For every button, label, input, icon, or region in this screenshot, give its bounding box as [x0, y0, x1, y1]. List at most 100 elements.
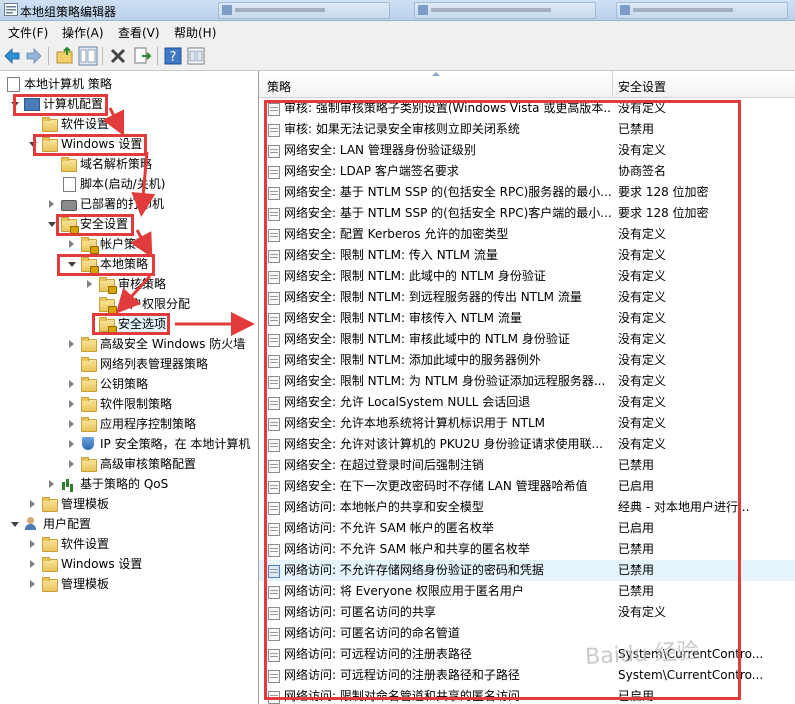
- policy-row[interactable]: 网络安全: 限制 NTLM: 此域中的 NTLM 身份验证 没有定义: [259, 266, 795, 287]
- tree-node[interactable]: 基于策略的 QoS: [49, 474, 258, 494]
- expand-triangle-icon[interactable]: [69, 440, 74, 448]
- tree-node[interactable]: 用户权限分配: [99, 294, 258, 314]
- policy-row[interactable]: 网络访问: 可匿名访问的命名管道: [259, 623, 795, 644]
- tree-node[interactable]: 帐户策略: [69, 234, 258, 254]
- policy-row[interactable]: 审核: 如果无法记录安全审核则立即关闭系统 已禁用: [259, 119, 795, 140]
- policy-name: 网络访问: 不允许 SAM 帐户和共享的匿名枚举: [284, 542, 530, 556]
- policy-setting-value: 已启用: [618, 479, 655, 493]
- expand-triangle-icon[interactable]: [87, 280, 92, 288]
- policy-row[interactable]: 网络安全: 基于 NTLM SSP 的(包括安全 RPC)服务器的最小... 要求…: [259, 182, 795, 203]
- expand-triangle-icon[interactable]: [69, 240, 74, 248]
- collapse-triangle-icon[interactable]: [11, 102, 19, 107]
- column-header-policy[interactable]: 策略: [267, 78, 291, 95]
- policy-row[interactable]: 网络安全: 限制 NTLM: 审核传入 NTLM 流量 没有定义: [259, 308, 795, 329]
- expand-triangle-icon[interactable]: [69, 420, 74, 428]
- tree-node[interactable]: Windows 设置: [30, 554, 258, 574]
- policy-row[interactable]: 网络安全: LAN 管理器身份验证级别 没有定义: [259, 140, 795, 161]
- printer-icon: [61, 200, 77, 211]
- menu-file[interactable]: 文件(F): [8, 24, 48, 41]
- policy-row[interactable]: 网络安全: LDAP 客户端签名要求 协商签名: [259, 161, 795, 182]
- policy-row[interactable]: 网络安全: 允许本地系统将计算机标识用于 NTLM 没有定义: [259, 413, 795, 434]
- policy-name: 网络安全: 允许本地系统将计算机标识用于 NTLM: [284, 416, 546, 430]
- policy-row[interactable]: 网络访问: 可匿名访问的共享 没有定义: [259, 602, 795, 623]
- policy-row[interactable]: 网络安全: 允许对该计算机的 PKU2U 身份验证请求使用联... 没有定义: [259, 434, 795, 455]
- expand-triangle-icon[interactable]: [30, 560, 35, 568]
- policy-row[interactable]: 审核: 强制审核策略子类别设置(Windows Vista 或更高版本... 没有…: [259, 98, 795, 119]
- tree-node[interactable]: 管理模板: [30, 574, 258, 594]
- tree-node[interactable]: 安全设置: [48, 214, 258, 234]
- policy-row[interactable]: 网络访问: 将 Everyone 权限应用于匿名用户 已禁用: [259, 581, 795, 602]
- policy-row[interactable]: 网络安全: 限制 NTLM: 审核此域中的 NTLM 身份验证 没有定义: [259, 329, 795, 350]
- tree-node[interactable]: Windows 设置: [29, 134, 258, 154]
- policy-row[interactable]: 网络访问: 可远程访问的注册表路径和子路径 System\CurrentContr…: [259, 665, 795, 686]
- collapse-triangle-icon[interactable]: [48, 222, 56, 227]
- policy-row[interactable]: 网络安全: 允许 LocalSystem NULL 会话回退 没有定义: [259, 392, 795, 413]
- menu-help[interactable]: 帮助(H): [174, 24, 216, 41]
- expand-triangle-icon[interactable]: [30, 540, 35, 548]
- policy-row[interactable]: 网络安全: 限制 NTLM: 到远程服务器的传出 NTLM 流量 没有定义: [259, 287, 795, 308]
- tree-node[interactable]: 用户配置: [11, 514, 258, 534]
- tree-node[interactable]: 安全选项: [99, 314, 258, 334]
- tree-node[interactable]: 脚本(启动/关机): [61, 174, 258, 194]
- policy-row[interactable]: 网络访问: 本地帐户的共享和安全模型 经典 - 对本地用户进行...: [259, 497, 795, 518]
- export-list-icon[interactable]: [132, 46, 152, 66]
- policy-row[interactable]: 网络安全: 限制 NTLM: 传入 NTLM 流量 没有定义: [259, 245, 795, 266]
- column-divider[interactable]: [612, 71, 613, 97]
- policy-row[interactable]: 网络安全: 限制 NTLM: 添加此域中的服务器例外 没有定义: [259, 350, 795, 371]
- expand-triangle-icon[interactable]: [49, 200, 54, 208]
- up-folder-icon[interactable]: [55, 46, 75, 66]
- expand-triangle-icon[interactable]: [69, 400, 74, 408]
- tree-node[interactable]: 公钥策略: [69, 374, 258, 394]
- tree-node[interactable]: 计算机配置: [11, 94, 258, 114]
- collapse-triangle-icon[interactable]: [29, 142, 37, 147]
- taskbar-tab[interactable]: [218, 2, 390, 19]
- expand-triangle-icon[interactable]: [30, 500, 35, 508]
- taskbar-tab[interactable]: [616, 2, 788, 19]
- tree-node[interactable]: 应用程序控制策略: [69, 414, 258, 434]
- menu-action[interactable]: 操作(A): [62, 24, 104, 41]
- collapse-triangle-icon[interactable]: [11, 522, 19, 527]
- tree-node[interactable]: 软件设置: [42, 114, 258, 134]
- tree-node[interactable]: 本地策略: [68, 254, 258, 274]
- expand-triangle-icon[interactable]: [69, 340, 74, 348]
- tree-node[interactable]: 软件限制策略: [69, 394, 258, 414]
- policy-row[interactable]: 网络安全: 限制 NTLM: 为 NTLM 身份验证添加远程服务器... 没有定义: [259, 371, 795, 392]
- policy-row[interactable]: 网络安全: 基于 NTLM SSP 的(包括安全 RPC)客户端的最小... 要求…: [259, 203, 795, 224]
- tree-node[interactable]: 本地计算机 策略: [5, 74, 258, 94]
- policy-row[interactable]: 网络访问: 不允许 SAM 帐户的匿名枚举 已启用: [259, 518, 795, 539]
- tree-node[interactable]: 管理模板: [30, 494, 258, 514]
- policy-row[interactable]: 网络安全: 在下一次更改密码时不存储 LAN 管理器哈希值 已启用: [259, 476, 795, 497]
- policy-row[interactable]: 网络安全: 在超过登录时间后强制注销 已禁用: [259, 455, 795, 476]
- tree-node[interactable]: IP 安全策略，在 本地计算机: [69, 434, 258, 454]
- taskbar-tab[interactable]: [414, 2, 596, 19]
- show-hide-tree-icon[interactable]: [78, 46, 98, 66]
- expand-triangle-icon[interactable]: [69, 380, 74, 388]
- tree-node[interactable]: 高级审核策略配置: [69, 454, 258, 474]
- expand-triangle-icon[interactable]: [69, 460, 74, 468]
- properties-icon[interactable]: [186, 46, 206, 66]
- tree-node[interactable]: 已部署的打印机: [49, 194, 258, 214]
- policy-row[interactable]: 网络访问: 不允许存储网络身份验证的密码和凭据 已禁用: [259, 560, 795, 581]
- expand-triangle-icon[interactable]: [49, 480, 54, 488]
- expand-triangle-icon[interactable]: [30, 580, 35, 588]
- collapse-triangle-icon[interactable]: [68, 262, 76, 267]
- tree-node[interactable]: 软件设置: [30, 534, 258, 554]
- tree-node[interactable]: 域名解析策略: [61, 154, 258, 174]
- policy-name: 网络访问: 可匿名访问的命名管道: [284, 626, 460, 640]
- help-icon[interactable]: ?: [163, 46, 183, 66]
- tree-node[interactable]: 审核策略: [87, 274, 258, 294]
- column-header-setting[interactable]: 安全设置: [618, 78, 666, 95]
- delete-x-icon[interactable]: [108, 46, 128, 66]
- back-arrow-icon[interactable]: [2, 46, 22, 66]
- tree-node-label: IP 安全策略，在 本地计算机: [100, 437, 251, 451]
- policy-row[interactable]: 网络安全: 配置 Kerberos 允许的加密类型 没有定义: [259, 224, 795, 245]
- policy-row[interactable]: 网络访问: 限制对命名管道和共享的匿名访问 已启用: [259, 686, 795, 704]
- forward-arrow-icon[interactable]: [24, 46, 44, 66]
- policy-setting-value: 没有定义: [618, 248, 667, 262]
- tree-node[interactable]: 网络列表管理器策略: [81, 354, 258, 374]
- tree-node[interactable]: 高级安全 Windows 防火墙: [69, 334, 258, 354]
- policy-row[interactable]: 网络访问: 不允许 SAM 帐户和共享的匿名枚举 已禁用: [259, 539, 795, 560]
- policy-row[interactable]: 网络访问: 可远程访问的注册表路径 System\CurrentContro...: [259, 644, 795, 665]
- tree-node-label: 公钥策略: [100, 377, 149, 391]
- menu-view[interactable]: 查看(V): [118, 24, 160, 41]
